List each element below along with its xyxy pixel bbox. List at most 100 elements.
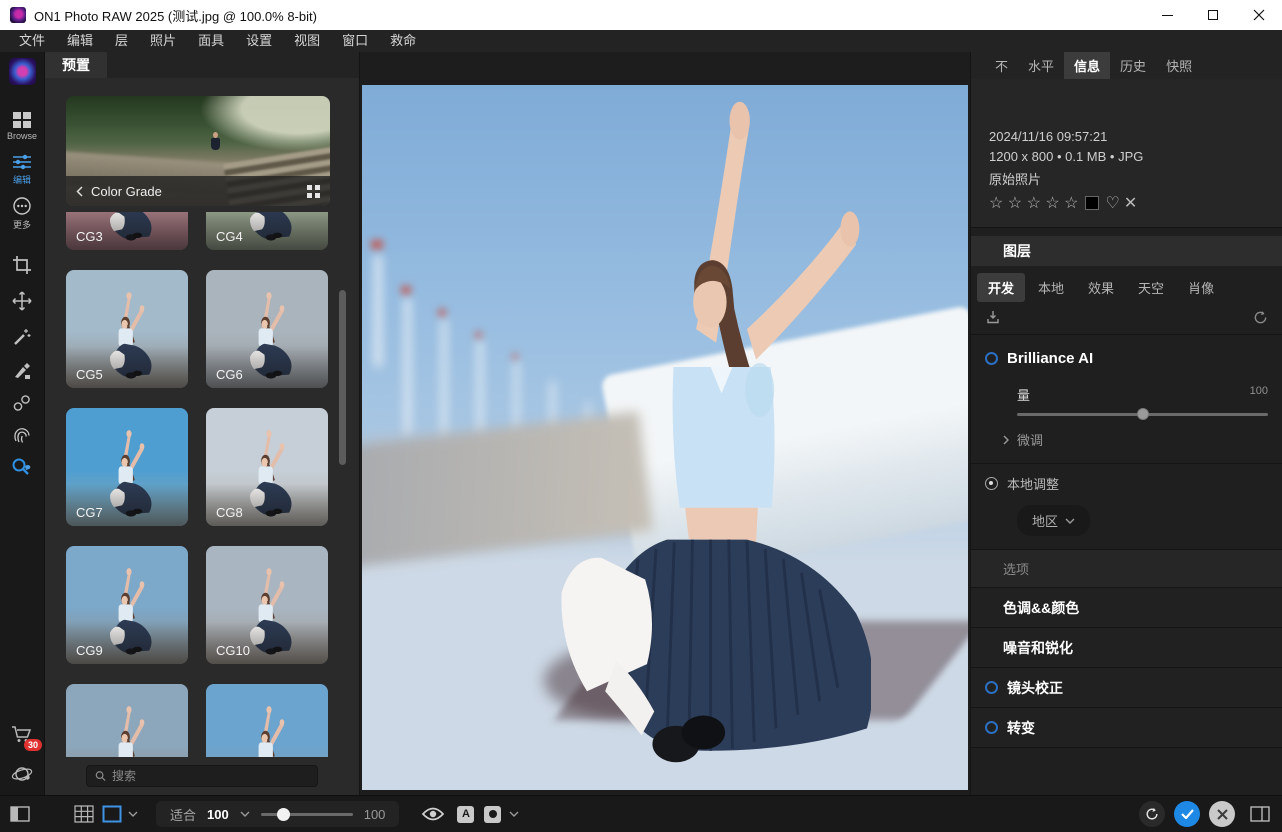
edit-tab-4[interactable]: 肖像 — [1177, 273, 1225, 302]
reject-icon[interactable]: ✕ — [1124, 193, 1137, 213]
left-panel-toggle-icon[interactable] — [10, 806, 30, 822]
section-toggle[interactable] — [985, 721, 998, 734]
local-adjust-icon — [985, 477, 998, 490]
preset-thumb-CG3[interactable]: CG3 — [66, 212, 188, 250]
develop-section-3[interactable]: 转变 — [971, 708, 1282, 748]
menu-item-6[interactable]: 视图 — [283, 30, 331, 52]
browse-module-button[interactable]: Browse — [7, 111, 37, 141]
amount-slider-knob[interactable] — [1137, 408, 1149, 420]
preset-thumb-CG10[interactable]: CG10 — [206, 546, 328, 664]
develop-section-0[interactable]: 色调&&颜色 — [971, 588, 1282, 628]
back-chevron-icon[interactable] — [76, 186, 83, 197]
close-button[interactable] — [1236, 0, 1282, 30]
mask-view-button[interactable] — [484, 806, 501, 823]
edit-tab-0[interactable]: 开发 — [977, 273, 1025, 302]
develop-section-2[interactable]: 镜头校正 — [971, 668, 1282, 708]
like-heart-icon[interactable]: ♡ — [1106, 193, 1120, 213]
crop-tool-button[interactable] — [12, 255, 32, 275]
wand-tool-button[interactable] — [12, 327, 32, 347]
zoom-level[interactable]: 100 — [207, 807, 229, 822]
maximize-button[interactable] — [1190, 0, 1236, 30]
menu-item-8[interactable]: 救命 — [379, 30, 427, 52]
preset-thumb-CG7[interactable]: CG7 — [66, 408, 188, 526]
edit-tab-3[interactable]: 天空 — [1127, 273, 1175, 302]
preset-search[interactable] — [86, 765, 318, 787]
preset-thumb-partial-9[interactable] — [206, 684, 328, 757]
photo-canvas[interactable] — [360, 52, 970, 795]
fine-tune-row[interactable]: 微调 — [971, 416, 1282, 464]
zoom-tool-button[interactable] — [11, 457, 33, 477]
preset-label: CG4 — [216, 229, 243, 244]
preset-thumb-partial-8[interactable] — [66, 684, 188, 757]
preset-list[interactable]: CG3 CG4 CG5 — [66, 212, 336, 757]
zoom-slider[interactable] — [261, 813, 353, 816]
preset-thumb-CG6[interactable]: CG6 — [206, 270, 328, 388]
preset-thumb-CG5[interactable]: CG5 — [66, 270, 188, 388]
photo-view[interactable] — [362, 85, 968, 790]
preset-label: CG8 — [216, 505, 243, 520]
sync-globe-button[interactable] — [11, 763, 33, 785]
menu-item-3[interactable]: 照片 — [139, 30, 187, 52]
preset-thumb-CG8[interactable]: CG8 — [206, 408, 328, 526]
section-toggle[interactable] — [985, 681, 998, 694]
preview-eye-icon[interactable] — [421, 806, 445, 822]
single-view-toggle-icon[interactable] — [102, 805, 122, 823]
view-mode-chevron-icon[interactable] — [128, 811, 138, 817]
smudge-tool-button[interactable] — [12, 425, 32, 445]
zoom-chevron-icon[interactable] — [240, 811, 250, 817]
menu-item-7[interactable]: 窗口 — [331, 30, 379, 52]
layers-header[interactable]: 图层 — [971, 236, 1282, 266]
info-tab-4[interactable]: 快照 — [1156, 52, 1202, 79]
clone-tool-button[interactable] — [12, 393, 32, 413]
edit-module-button[interactable]: 编辑 — [12, 153, 32, 186]
edit-tab-2[interactable]: 效果 — [1077, 273, 1125, 302]
brilliance-toggle[interactable] — [985, 352, 998, 365]
search-input[interactable] — [112, 769, 309, 783]
import-preset-icon[interactable] — [985, 309, 1001, 325]
preset-category-card[interactable]: Color Grade — [66, 96, 330, 206]
local-adjust-row[interactable]: 本地调整 — [971, 464, 1282, 503]
presets-tab[interactable]: 预置 — [45, 52, 107, 78]
right-panel-toggle-icon[interactable] — [1250, 806, 1270, 822]
more-module-button[interactable]: 更多 — [12, 196, 32, 231]
menu-item-1[interactable]: 编辑 — [56, 30, 104, 52]
preset-scrollbar[interactable] — [339, 290, 346, 465]
minimize-button[interactable] — [1144, 0, 1190, 30]
zoom-slider-knob[interactable] — [277, 808, 290, 821]
right-panel: 不水平信息历史快照 2024/11/16 09:57:21 1200 x 800… — [970, 52, 1282, 795]
preset-thumb-CG9[interactable]: CG9 — [66, 546, 188, 664]
menu-item-0[interactable]: 文件 — [8, 30, 56, 52]
preset-thumb-CG4[interactable]: CG4 — [206, 212, 328, 250]
mask-brush-tool-button[interactable] — [12, 361, 32, 381]
overlay-chevron-icon[interactable] — [509, 811, 519, 817]
menu-bar: 文件编辑层照片面具设置视图窗口救命 — [0, 30, 1282, 52]
edit-tab-1[interactable]: 本地 — [1027, 273, 1075, 302]
star-rating[interactable]: ☆ ☆ ☆ ☆ ☆ — [989, 193, 1079, 213]
store-cart-button[interactable]: 30 — [11, 724, 33, 749]
region-label: 地区 — [1032, 511, 1058, 530]
fit-button[interactable]: 适合 — [170, 805, 196, 824]
menu-item-4[interactable]: 面具 — [187, 30, 235, 52]
cancel-button[interactable] — [1209, 801, 1235, 827]
menu-item-2[interactable]: 层 — [104, 30, 139, 52]
info-tab-0[interactable]: 不 — [985, 52, 1018, 79]
grid-view-toggle-icon[interactable] — [74, 805, 94, 823]
info-tab-1[interactable]: 水平 — [1018, 52, 1064, 79]
accept-button[interactable] — [1174, 801, 1200, 827]
reset-edits-button[interactable] — [1139, 801, 1165, 827]
browse-grid-icon — [12, 111, 32, 129]
title-bar: ON1 Photo RAW 2025 (测试.jpg @ 100.0% 8-bi… — [0, 0, 1282, 30]
amount-slider[interactable] — [1017, 413, 1268, 416]
reset-icon[interactable] — [1253, 310, 1268, 325]
grid-view-icon[interactable] — [307, 185, 320, 198]
move-tool-button[interactable] — [12, 291, 32, 311]
menu-item-5[interactable]: 设置 — [235, 30, 283, 52]
info-tab-2[interactable]: 信息 — [1064, 52, 1110, 79]
color-label-swatch[interactable] — [1085, 196, 1099, 210]
develop-section-1[interactable]: 噪音和锐化 — [971, 628, 1282, 668]
compare-overlay-button[interactable]: A — [457, 806, 474, 823]
info-tab-3[interactable]: 历史 — [1110, 52, 1156, 79]
region-dropdown[interactable]: 地区 — [1017, 505, 1090, 536]
app-logo-icon — [10, 7, 26, 23]
options-header[interactable]: 选项 — [971, 549, 1282, 588]
